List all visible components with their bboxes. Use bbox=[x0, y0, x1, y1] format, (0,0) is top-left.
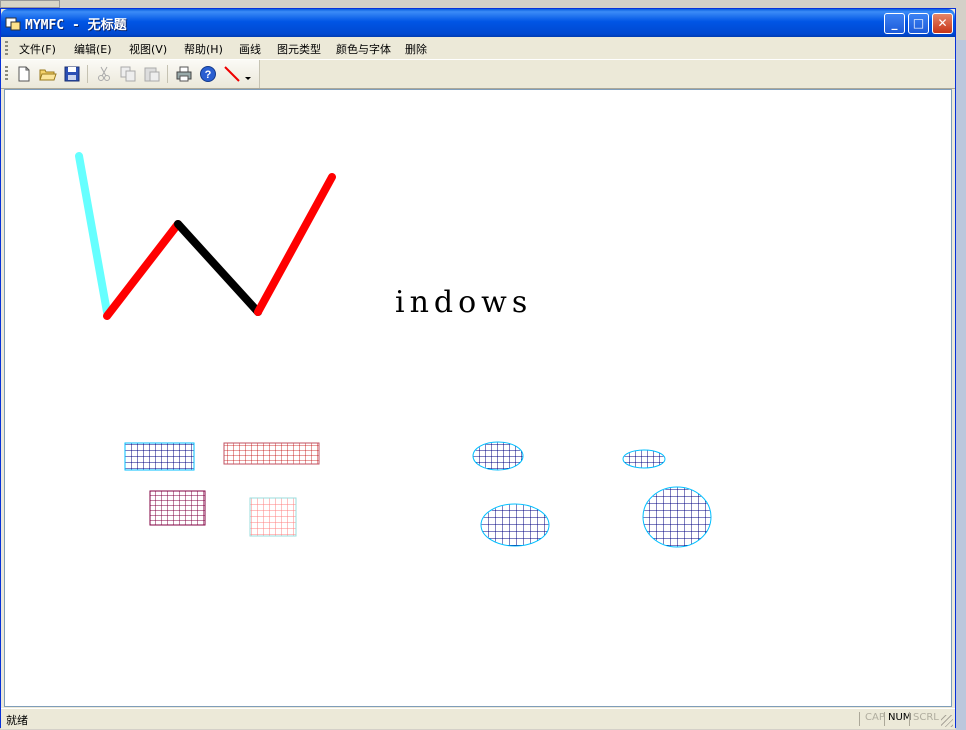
canvas-line-black[interactable] bbox=[174, 220, 262, 316]
status-separator bbox=[859, 712, 860, 726]
caps-lock-indicator: CAP bbox=[865, 712, 885, 723]
toolbar-separator bbox=[167, 65, 168, 83]
toolbar: ? bbox=[1, 60, 260, 88]
canvas-text[interactable]: indows bbox=[395, 285, 532, 320]
menu-bar: 文件(F) 编辑(E) 视图(V) 帮助(H) 画线 图元类型 颜色与字体 删除 bbox=[1, 37, 955, 60]
num-lock-indicator: NUM bbox=[888, 712, 912, 723]
cut-icon[interactable] bbox=[95, 65, 113, 83]
line-tool-icon[interactable] bbox=[223, 65, 241, 83]
help-icon[interactable]: ? bbox=[199, 65, 217, 83]
app-icon[interactable] bbox=[5, 15, 21, 31]
canvas-ellipse-4[interactable] bbox=[642, 486, 712, 548]
status-bar: 就绪 CAP NUM SCRL bbox=[1, 708, 955, 729]
menu-grip[interactable] bbox=[5, 41, 8, 56]
menu-help[interactable]: 帮助(H) bbox=[184, 41, 223, 57]
copy-icon[interactable] bbox=[119, 65, 137, 83]
menu-view[interactable]: 视图(V) bbox=[129, 41, 167, 57]
canvas-drawing bbox=[75, 152, 712, 548]
canvas-ellipse-2[interactable] bbox=[622, 449, 666, 469]
canvas-ellipse-1[interactable] bbox=[472, 441, 524, 471]
menu-shape-type[interactable]: 图元类型 bbox=[277, 41, 321, 57]
canvas-rect-1[interactable] bbox=[124, 442, 195, 471]
canvas-line-cyan[interactable] bbox=[75, 152, 111, 316]
svg-text:?: ? bbox=[205, 69, 212, 81]
title-bar[interactable]: MYMFC - 无标题 _ □ ✕ bbox=[1, 9, 955, 37]
desktop-strip bbox=[0, 0, 60, 8]
window-title: MYMFC - 无标题 bbox=[25, 18, 127, 33]
status-text: 就绪 bbox=[6, 714, 28, 727]
paste-icon[interactable] bbox=[143, 65, 161, 83]
close-button[interactable]: ✕ bbox=[932, 13, 953, 34]
menu-color-font[interactable]: 颜色与字体 bbox=[336, 41, 391, 57]
maximize-button[interactable]: □ bbox=[908, 13, 929, 34]
dropdown-arrow-icon[interactable] bbox=[243, 65, 253, 83]
scroll-lock-indicator: SCRL bbox=[913, 712, 939, 723]
canvas-line-red-2[interactable] bbox=[254, 173, 336, 316]
desktop-edge bbox=[956, 40, 966, 730]
open-folder-icon[interactable] bbox=[39, 65, 57, 83]
drawing-canvas[interactable]: indows bbox=[4, 89, 952, 707]
new-file-icon[interactable] bbox=[15, 65, 33, 83]
app-window: MYMFC - 无标题 _ □ ✕ 文件(F) 编辑(E) 视图(V) 帮助(H… bbox=[0, 8, 956, 729]
status-separator bbox=[884, 712, 885, 726]
menu-edit[interactable]: 编辑(E) bbox=[74, 41, 112, 57]
canvas-rect-2[interactable] bbox=[223, 442, 320, 465]
canvas-line-red-1[interactable] bbox=[103, 220, 182, 320]
menu-draw-line[interactable]: 画线 bbox=[239, 41, 261, 57]
menu-file[interactable]: 文件(F) bbox=[19, 41, 56, 57]
canvas-ellipse-3[interactable] bbox=[480, 503, 550, 547]
canvas-rect-3[interactable] bbox=[149, 490, 206, 526]
minimize-button[interactable]: _ bbox=[884, 13, 905, 34]
toolbar-separator bbox=[87, 65, 88, 83]
save-icon[interactable] bbox=[63, 65, 81, 83]
canvas-rect-4[interactable] bbox=[249, 497, 297, 537]
toolbar-grip[interactable] bbox=[5, 66, 8, 81]
menu-delete[interactable]: 删除 bbox=[405, 41, 427, 57]
status-separator bbox=[909, 712, 910, 726]
print-icon[interactable] bbox=[175, 65, 193, 83]
resize-grip[interactable] bbox=[941, 715, 953, 727]
